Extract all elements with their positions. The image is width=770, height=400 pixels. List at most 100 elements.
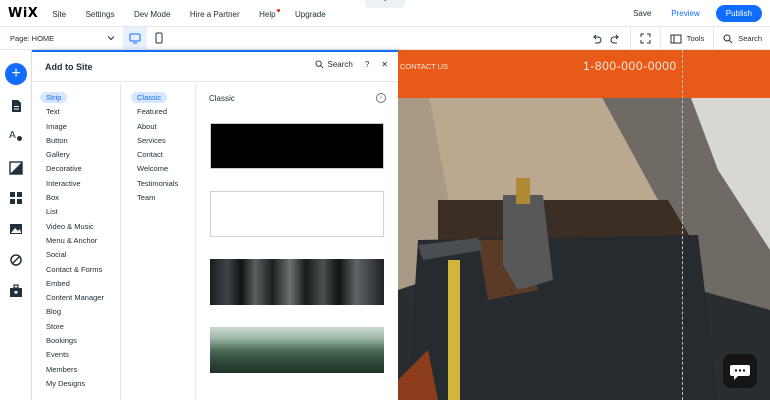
category-contact-forms[interactable]: Contact & Forms <box>32 263 120 277</box>
redo-icon[interactable] <box>610 34 621 44</box>
category-my-designs[interactable]: My Designs <box>32 377 120 391</box>
menu-upgrade[interactable]: Upgrade <box>295 10 326 19</box>
panel-search-button[interactable]: Search <box>315 60 353 69</box>
marketing-icon[interactable] <box>9 253 23 267</box>
strip-preview-forest[interactable] <box>210 259 384 305</box>
tools-icon <box>670 34 682 43</box>
strip-preview-white[interactable] <box>210 191 384 237</box>
subcategory-contact[interactable]: Contact <box>121 148 195 162</box>
subcategory-services[interactable]: Services <box>121 134 195 148</box>
category-events[interactable]: Events <box>32 348 120 362</box>
pages-icon[interactable] <box>9 99 23 113</box>
info-icon[interactable]: i <box>376 93 386 103</box>
category-store[interactable]: Store <box>32 320 120 334</box>
page-selector-label: Page: HOME <box>10 33 55 43</box>
chat-button[interactable] <box>723 354 757 388</box>
publish-button[interactable]: Publish <box>715 4 762 22</box>
desktop-icon <box>129 33 141 43</box>
mobile-view-button[interactable] <box>147 27 171 50</box>
top-bar: WiX Site Settings Dev Mode Hire a Partne… <box>0 0 770 26</box>
add-elements-button[interactable]: + <box>5 63 27 85</box>
category-decorative[interactable]: Decorative <box>32 162 120 176</box>
chevron-down-icon <box>107 35 115 40</box>
chat-icon <box>730 365 750 380</box>
category-list[interactable]: List <box>32 205 120 219</box>
toolbar-divider <box>713 27 715 50</box>
site-header-strip[interactable]: CONTACT US 1-800-000-0000 <box>398 50 770 98</box>
category-interactive[interactable]: Interactive <box>32 177 120 191</box>
mobile-icon <box>155 32 163 44</box>
svg-text:A: A <box>9 130 16 141</box>
search-icon <box>315 60 324 69</box>
panel-search-label: Search <box>327 60 353 69</box>
wix-logo[interactable]: WiX <box>8 6 38 21</box>
menu-help-wrap[interactable]: Help <box>259 9 280 19</box>
contact-us-link[interactable]: CONTACT US <box>400 62 448 71</box>
collapse-topbar-button[interactable]: ⌃ <box>365 0 405 8</box>
subcategory-label: Classic <box>131 92 168 103</box>
apps-icon[interactable] <box>9 191 23 205</box>
fit-to-screen-icon[interactable] <box>640 33 651 44</box>
preview-button[interactable]: Preview <box>671 9 699 18</box>
subcategory-about[interactable]: About <box>121 120 195 134</box>
site-canvas[interactable]: CONTACT US 1-800-000-0000 <box>398 50 770 400</box>
category-blog[interactable]: Blog <box>32 305 120 319</box>
menu-site[interactable]: Site <box>52 10 66 19</box>
subcategory-classic[interactable]: Classic <box>121 91 195 105</box>
subcategory-welcome[interactable]: Welcome <box>121 162 195 176</box>
menu-hire-a-partner[interactable]: Hire a Partner <box>190 10 240 19</box>
save-button[interactable]: Save <box>633 9 651 18</box>
notification-dot <box>276 9 280 12</box>
category-content-manager[interactable]: Content Manager <box>32 291 120 305</box>
hero-image <box>398 50 770 400</box>
category-button[interactable]: Button <box>32 134 120 148</box>
strip-preview-mountains[interactable] <box>210 327 384 373</box>
top-menu: Site Settings Dev Mode Hire a Partner He… <box>52 4 340 22</box>
subcategory-list: Classic Featured About Services Contact … <box>121 83 196 400</box>
menu-help[interactable]: Help <box>259 10 275 19</box>
subcategory-testimonials[interactable]: Testimonials <box>121 177 195 191</box>
toolbar-divider <box>629 27 631 50</box>
business-icon[interactable] <box>9 284 23 298</box>
category-embed[interactable]: Embed <box>32 277 120 291</box>
layout-guide-line <box>682 50 683 400</box>
tools-label: Tools <box>686 34 705 43</box>
category-list: Strip Text Image Button Gallery Decorati… <box>32 83 121 400</box>
strip-preview-list: Classic i <box>197 83 398 400</box>
search-label: Search <box>738 34 762 43</box>
panel-header: Add to Site Search ? ✕ <box>32 52 398 82</box>
category-members[interactable]: Members <box>32 363 120 377</box>
menu-settings[interactable]: Settings <box>86 10 115 19</box>
add-to-site-panel: Add to Site Search ? ✕ Strip Text Image … <box>32 50 398 400</box>
category-video-music[interactable]: Video & Music <box>32 220 120 234</box>
tools-button[interactable]: Tools <box>670 34 705 44</box>
category-social[interactable]: Social <box>32 248 120 262</box>
section-title: Classic <box>209 93 235 103</box>
design-icon[interactable]: A <box>9 128 23 142</box>
undo-icon[interactable] <box>591 34 602 44</box>
panel-close-button[interactable]: ✕ <box>381 60 388 69</box>
category-menu-anchor[interactable]: Menu & Anchor <box>32 234 120 248</box>
left-rail: + A <box>0 50 32 400</box>
category-box[interactable]: Box <box>32 191 120 205</box>
category-strip[interactable]: Strip <box>32 91 120 105</box>
phone-number: 1-800-000-0000 <box>583 59 677 73</box>
panel-help-button[interactable]: ? <box>365 60 369 69</box>
subcategory-featured[interactable]: Featured <box>121 105 195 119</box>
subcategory-team[interactable]: Team <box>121 191 195 205</box>
toolbar-divider <box>659 27 661 50</box>
category-label: Strip <box>40 92 68 103</box>
category-text[interactable]: Text <box>32 105 120 119</box>
editor-toolbar: Page: HOME Tools Search <box>0 26 770 50</box>
media-icon[interactable] <box>9 222 23 236</box>
category-image[interactable]: Image <box>32 120 120 134</box>
theme-icon[interactable] <box>9 161 23 175</box>
menu-dev-mode[interactable]: Dev Mode <box>134 10 170 19</box>
desktop-view-button[interactable] <box>123 26 147 50</box>
panel-title: Add to Site <box>45 61 93 72</box>
strip-preview-black[interactable] <box>210 123 384 169</box>
category-bookings[interactable]: Bookings <box>32 334 120 348</box>
page-selector[interactable]: Page: HOME <box>10 34 115 43</box>
search-button[interactable]: Search <box>723 34 762 44</box>
category-gallery[interactable]: Gallery <box>32 148 120 162</box>
